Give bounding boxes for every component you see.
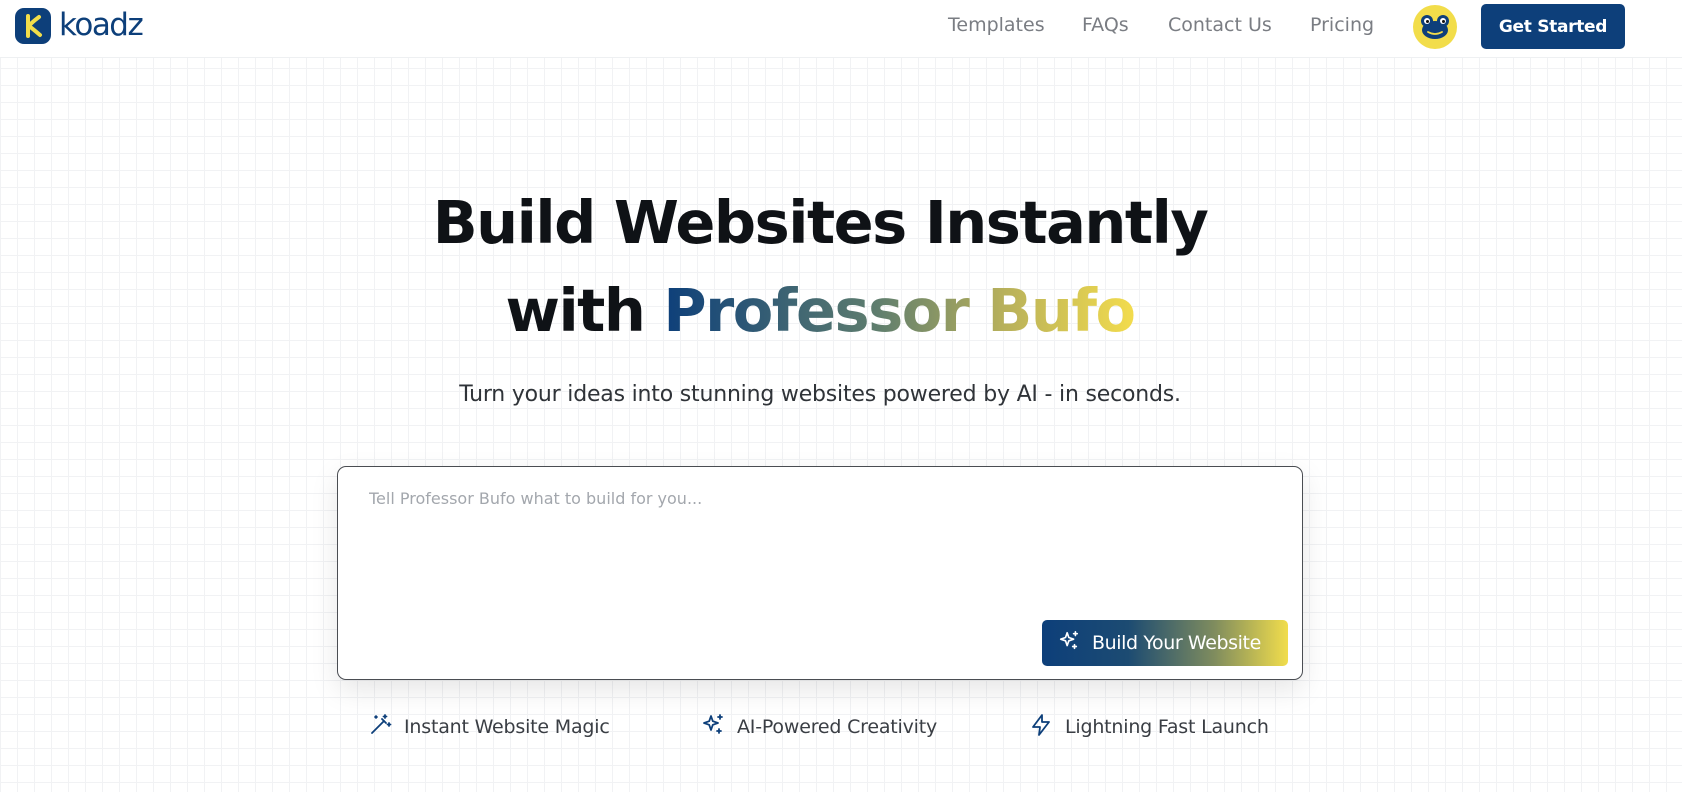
get-started-button[interactable]: Get Started [1481,4,1625,49]
sparkles-icon [1058,630,1080,657]
hero-subtitle: Turn your ideas into stunning websites p… [459,382,1181,407]
nav-faqs-link[interactable]: FAQs [1082,14,1129,40]
nav-contact-us-link[interactable]: Contact Us [1168,14,1272,40]
sparkles-icon [701,713,725,742]
koadz-logo-icon [15,8,51,44]
brand-name: koadz [59,6,144,43]
page: koadz Templates FAQs Contact Us Pricing … [0,0,1682,792]
hero-title-line-1: Build Websites Instantly [432,188,1209,257]
frog-avatar-icon[interactable] [1413,5,1457,49]
feature-ai-powered-creativity: AI-Powered Creativity [701,713,938,742]
magic-wand-icon [368,713,392,742]
feature-label: Instant Website Magic [404,716,610,738]
prompt-card: Build Your Website [337,466,1303,680]
hero-title-highlight: Professor Bufo [663,276,1136,345]
hero-title-line-2: with Professor Bufo [0,281,1640,340]
lightning-icon [1029,713,1053,742]
feature-label: AI-Powered Creativity [737,716,938,738]
feature-lightning-fast-launch: Lightning Fast Launch [1029,713,1269,742]
feature-label: Lightning Fast Launch [1065,716,1269,738]
build-button-label: Build Your Website [1092,632,1261,654]
feature-instant-website-magic: Instant Website Magic [368,713,610,742]
website-prompt-input[interactable] [369,489,1269,589]
top-navigation-bar: koadz Templates FAQs Contact Us Pricing … [0,0,1682,58]
brand-logo[interactable]: koadz [15,6,144,44]
nav-pricing-link[interactable]: Pricing [1310,14,1374,40]
nav-templates-link[interactable]: Templates [948,14,1045,40]
build-your-website-button[interactable]: Build Your Website [1042,620,1288,666]
hero-title-prefix: with [505,276,645,345]
